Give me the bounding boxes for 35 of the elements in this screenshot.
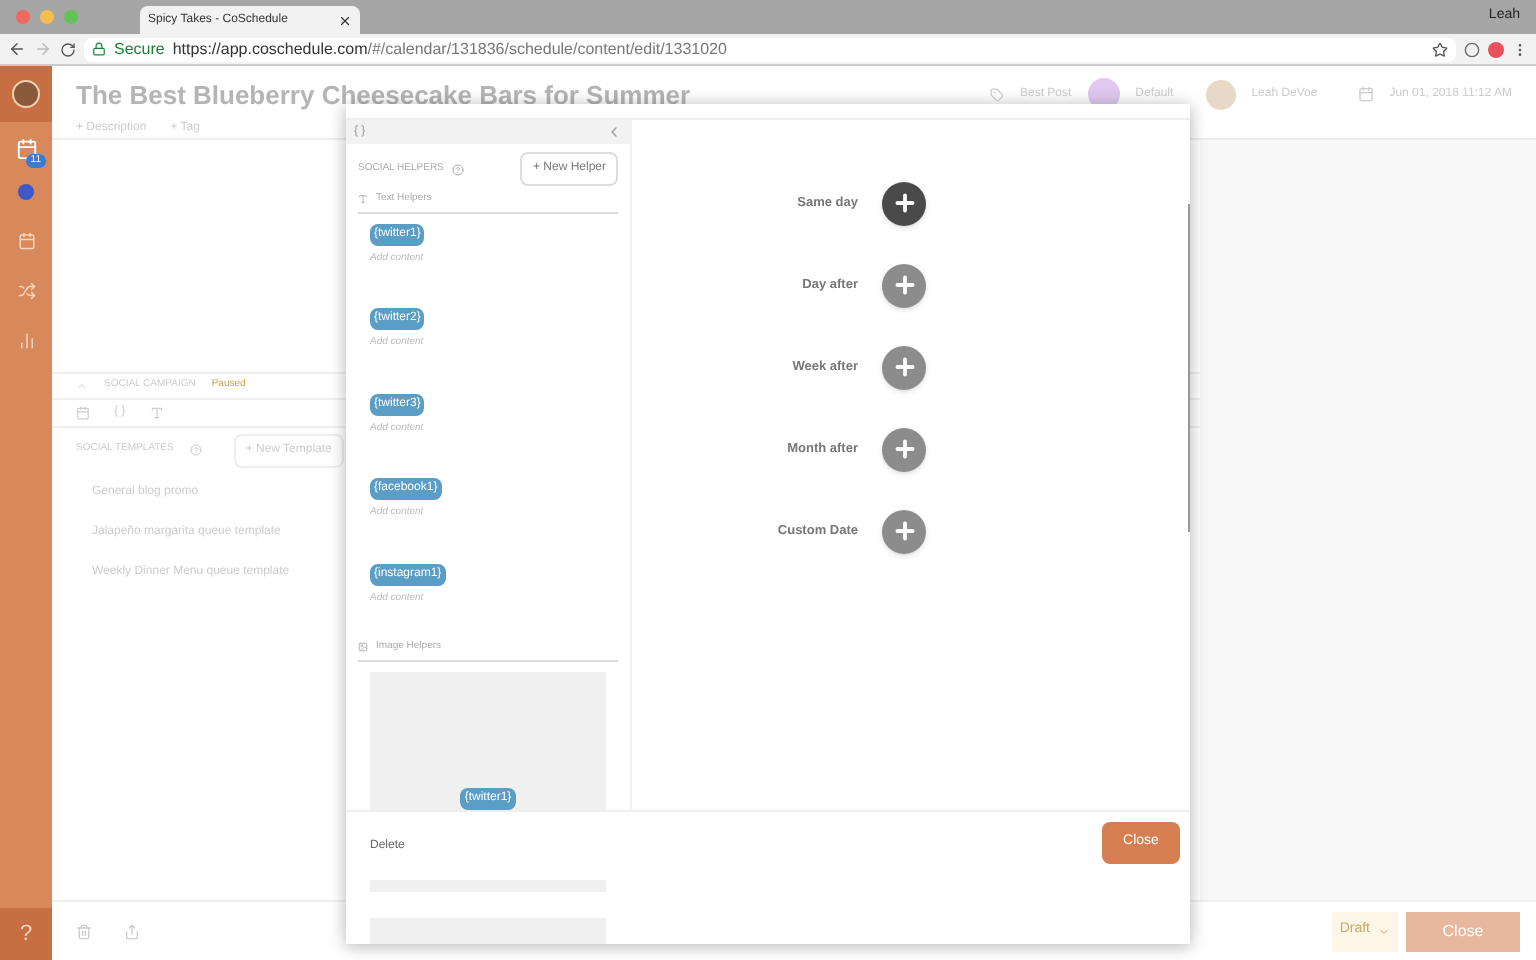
help-icon[interactable] [451, 163, 464, 175]
close-tab-icon[interactable] [338, 13, 352, 27]
help-icon[interactable] [189, 444, 202, 456]
address-bar[interactable]: Secure https://app.coschedule.com/#/calendar/131836/schedule/content/edit/1331020 [84, 37, 1456, 61]
trash-icon[interactable] [76, 923, 92, 939]
forward-icon[interactable] [34, 40, 52, 58]
help-button[interactable]: ? [0, 908, 52, 960]
caret-icon [1378, 925, 1390, 937]
lock-icon [92, 42, 106, 56]
plus-icon [891, 272, 917, 298]
text-icon[interactable] [149, 406, 164, 420]
collapse-icon[interactable] [606, 124, 622, 140]
bookmark-star-icon[interactable] [1432, 41, 1448, 57]
text-icon [358, 194, 368, 205]
calendar-icon[interactable] [17, 232, 35, 250]
reload-icon[interactable] [60, 41, 76, 57]
post-title: The Best Blueberry Cheesecake Bars for Summer [76, 78, 691, 114]
avatar[interactable] [12, 80, 40, 108]
chart-icon[interactable] [17, 332, 35, 350]
collapse-icon[interactable] [76, 380, 88, 392]
shuffle-icon[interactable] [17, 282, 35, 300]
owner-avatar[interactable] [1205, 79, 1236, 109]
minimize-window-icon[interactable] [40, 10, 54, 24]
plus-icon [891, 354, 917, 380]
share-icon[interactable] [124, 923, 140, 939]
close-button[interactable]: Close [1406, 911, 1520, 951]
back-icon[interactable] [8, 40, 26, 58]
image-icon [358, 642, 368, 653]
maximize-window-icon[interactable] [64, 10, 78, 24]
add-timeline-button[interactable] [882, 181, 926, 225]
tag-icon [989, 87, 1004, 101]
plus-icon [891, 436, 917, 462]
plus-icon [891, 518, 917, 544]
plus-icon [891, 190, 917, 216]
close-window-icon[interactable] [16, 10, 30, 24]
